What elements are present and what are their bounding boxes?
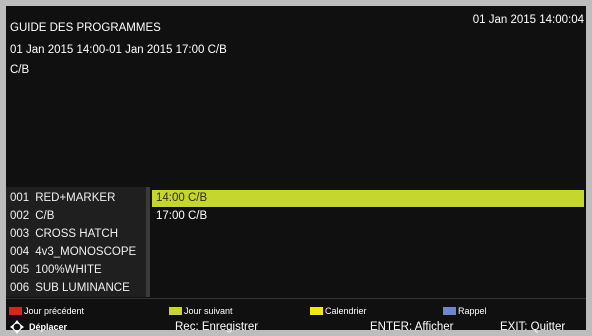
navigation-arrows-icon	[10, 320, 24, 334]
channel-number: 003	[10, 228, 30, 240]
channel-name: 4v3_MONOSCOPE	[35, 246, 137, 258]
legend-label: Rappel	[458, 306, 487, 316]
clock: 01 Jan 2015 14:00:04	[472, 14, 584, 26]
channel-name: C/B	[35, 210, 55, 222]
record-hint: Rec: Enregistrer	[175, 321, 259, 333]
channel-item[interactable]: 002 C/B	[10, 208, 54, 225]
event-item[interactable]: 17:00 C/B	[152, 208, 207, 225]
channel-item[interactable]: 004 4v3_MONOSCOPE	[10, 244, 136, 261]
channel-item[interactable]: 003 CROSS HATCH	[10, 226, 118, 243]
channel-number: 004	[10, 246, 30, 258]
green-key-icon	[169, 307, 182, 315]
enter-hint: ENTER: Afficher	[370, 321, 454, 333]
footer-divider	[6, 298, 586, 299]
move-hint-label: Déplacer	[29, 322, 68, 332]
channel-name: CROSS HATCH	[35, 228, 119, 240]
channel-number: 006	[10, 282, 30, 294]
epg-screen: GUIDE DES PROGRAMMES 01 Jan 2015 14:00:0…	[6, 6, 586, 334]
legend-label: Calendrier	[325, 306, 367, 316]
event-list: 14:00 C/B 17:00 C/B	[150, 187, 586, 297]
blue-key-icon	[443, 307, 456, 315]
program-name: C/B	[10, 64, 30, 76]
legend-label: Jour précédent	[24, 306, 85, 316]
event-time-range: 01 Jan 2015 14:00-01 Jan 2015 17:00 C/B	[10, 44, 227, 56]
channel-name: SUB LUMINANCE	[35, 282, 130, 294]
channel-list: 001 RED+MARKER 002 C/B 003 CROSS HATCH 004 4…	[6, 187, 150, 297]
channel-name: RED+MARKER	[35, 192, 116, 204]
legend-red-prev-day: Jour précédent	[9, 307, 84, 316]
channel-item[interactable]: 001 RED+MARKER	[10, 190, 115, 207]
channel-number: 005	[10, 264, 30, 276]
legend-blue-reminder: Rappel	[443, 307, 487, 316]
channel-number: 001	[10, 192, 30, 204]
channel-number: 002	[10, 210, 30, 222]
yellow-key-icon	[310, 307, 323, 315]
page-title: GUIDE DES PROGRAMMES	[10, 22, 161, 34]
legend-green-next-day: Jour suivant	[169, 307, 233, 316]
channel-item[interactable]: 005 100%WHITE	[10, 262, 102, 279]
event-item-selected[interactable]: 14:00 C/B	[152, 190, 584, 207]
channel-name: 100%WHITE	[35, 264, 102, 276]
red-key-icon	[9, 307, 22, 315]
legend-label: Jour suivant	[184, 306, 233, 316]
legend-yellow-calendar: Calendrier	[310, 307, 367, 316]
channel-item[interactable]: 006 SUB LUMINANCE	[10, 280, 130, 297]
move-hint: Déplacer	[10, 320, 67, 334]
exit-hint: EXIT: Quitter	[500, 321, 566, 333]
